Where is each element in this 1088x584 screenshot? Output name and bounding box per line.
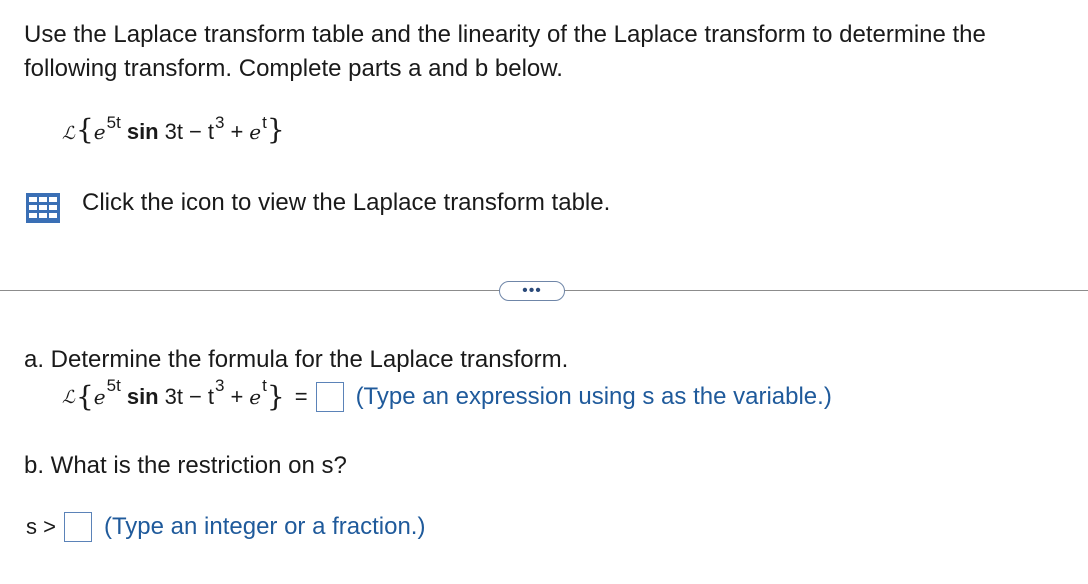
exp-t: t — [262, 376, 267, 395]
t-term: t — [207, 119, 214, 144]
exp-base-e-2: e — [249, 385, 262, 409]
part-a-answer-input[interactable] — [315, 382, 344, 412]
exp-5t: 5t — [106, 113, 121, 132]
part-b-section: b. What is the restriction on s? s > (Ty… — [24, 452, 425, 542]
part-a-equation: ℒ { e 5t sin 3t − t 3 + e t } = (Type an… — [62, 376, 832, 413]
laplace-operator: ℒ — [62, 386, 75, 408]
sin-term: sin — [126, 119, 159, 144]
exp-3: 3 — [214, 376, 225, 395]
s-greater-label: s > — [26, 514, 56, 539]
part-a-hint: (Type an expression using s as the varia… — [355, 383, 832, 410]
open-brace: { — [75, 380, 94, 413]
exp-t: t — [262, 113, 267, 132]
arg-3t: 3t — [164, 119, 183, 144]
table-link-text: Click the icon to view the Laplace trans… — [82, 189, 611, 216]
part-b-answer-input[interactable] — [63, 512, 92, 542]
laplace-operator: ℒ — [62, 123, 75, 144]
minus-sign: − — [188, 119, 202, 144]
close-brace: } — [266, 380, 285, 413]
plus-sign: + — [230, 384, 244, 409]
t-term: t — [207, 384, 214, 409]
part-b-prompt: b. What is the restriction on s? — [24, 452, 347, 479]
part-a-section: a. Determine the formula for the Laplace… — [24, 346, 832, 412]
exp-base-e-2: e — [249, 120, 262, 144]
exp-3: 3 — [214, 113, 225, 132]
question-intro: Use the Laplace transform table and the … — [24, 21, 986, 82]
part-a-prompt: a. Determine the formula for the Laplace… — [24, 346, 569, 373]
plus-sign: + — [230, 119, 244, 144]
minus-sign: − — [188, 384, 202, 409]
more-options-button[interactable]: ••• — [499, 281, 565, 301]
exp-base-e: e — [93, 385, 106, 409]
arg-3t: 3t — [164, 384, 183, 409]
equals-sign: = — [294, 384, 308, 409]
exp-5t: 5t — [106, 376, 121, 395]
laplace-expression: ℒ { e 5t sin 3t − t 3 + e t } — [62, 113, 285, 146]
close-brace: } — [266, 113, 285, 146]
part-b-answer-row: s > (Type an integer or a fraction.) — [26, 512, 425, 542]
table-icon[interactable] — [26, 193, 60, 223]
part-b-hint: (Type an integer or a fraction.) — [103, 513, 426, 540]
sin-term: sin — [126, 384, 159, 409]
open-brace: { — [75, 113, 94, 146]
exp-base-e: e — [93, 120, 106, 144]
